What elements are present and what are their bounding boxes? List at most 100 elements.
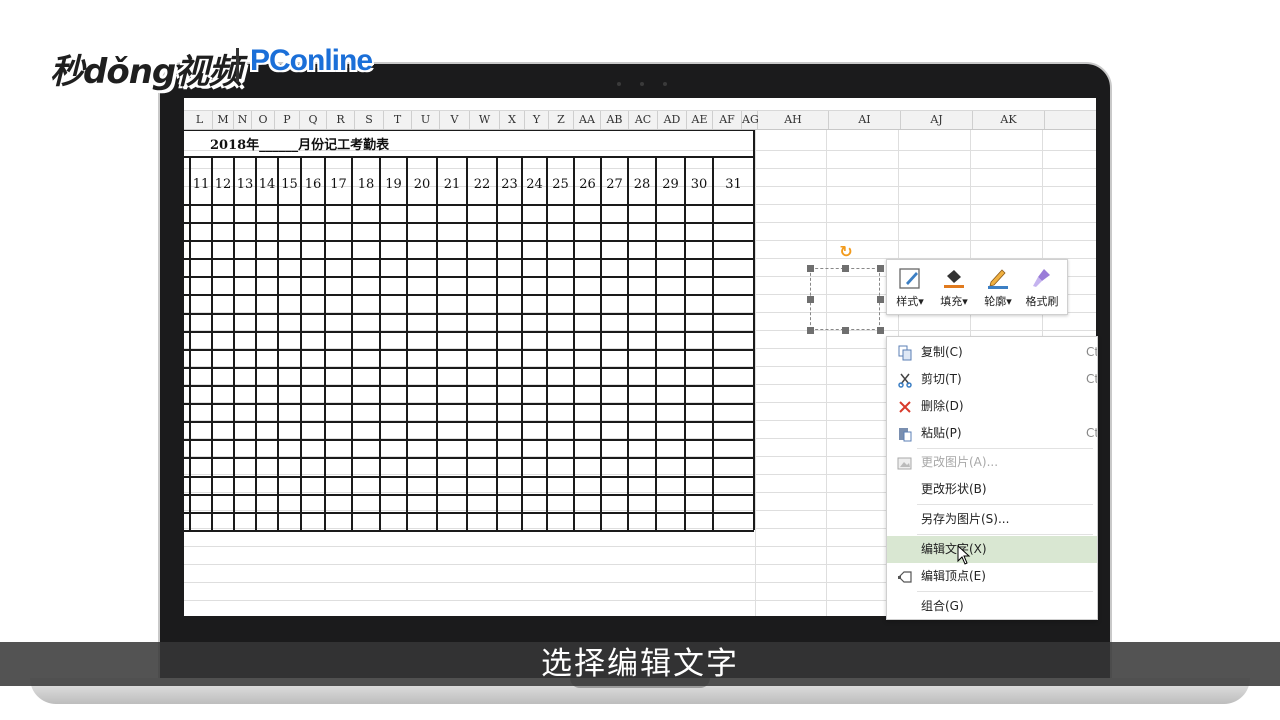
resize-handle[interactable] xyxy=(877,327,884,334)
menu-item-label: 删除(D) xyxy=(921,399,964,413)
style-button[interactable]: 样式▾ xyxy=(889,264,931,310)
camera-dot xyxy=(617,82,621,86)
table-border xyxy=(184,421,754,423)
table-border xyxy=(189,156,191,530)
menu-item-label: 更改形状(B) xyxy=(921,482,987,496)
table-border xyxy=(406,156,408,530)
column-header[interactable]: AH xyxy=(758,111,829,129)
menu-item-edit-text[interactable]: 编辑文字(X) xyxy=(887,536,1097,563)
column-header[interactable]: Z xyxy=(549,111,574,129)
menu-item-label: 编辑文字(X) xyxy=(921,542,987,556)
resize-handle[interactable] xyxy=(807,265,814,272)
paste-icon xyxy=(899,428,912,442)
menu-item-cut[interactable]: 剪切(T) Ct xyxy=(887,366,1097,393)
menu-item-label: 编辑顶点(E) xyxy=(921,569,986,583)
column-header[interactable]: T xyxy=(384,111,412,129)
day-number: 0 xyxy=(184,176,189,194)
table-border xyxy=(379,156,381,530)
table-border xyxy=(521,156,523,530)
column-header[interactable]: X xyxy=(500,111,525,129)
copy-icon xyxy=(898,345,912,361)
fill-button[interactable]: 填充▾ xyxy=(933,264,975,310)
table-border xyxy=(600,156,602,530)
menu-item-edit-points[interactable]: 编辑顶点(E) xyxy=(887,563,1097,590)
menu-item-copy[interactable]: 复制(C) Ct xyxy=(887,339,1097,366)
table-border xyxy=(466,156,468,530)
format-painter-icon xyxy=(1033,269,1050,287)
column-header[interactable]: AC xyxy=(629,111,658,129)
selected-shape[interactable] xyxy=(810,268,880,330)
paint-bucket-icon xyxy=(944,270,964,288)
column-header[interactable]: U xyxy=(412,111,440,129)
column-header[interactable]: L xyxy=(187,111,213,129)
column-header[interactable]: AG xyxy=(742,111,759,129)
resize-handle[interactable] xyxy=(842,265,849,272)
column-header[interactable]: S xyxy=(355,111,384,129)
table-border xyxy=(184,439,754,441)
menu-item-shortcut: Ct xyxy=(1086,426,1098,440)
column-header[interactable]: R xyxy=(327,111,355,129)
column-header[interactable]: Q xyxy=(300,111,327,129)
column-header[interactable]: AE xyxy=(687,111,713,129)
column-header[interactable]: M xyxy=(213,111,234,129)
table-border xyxy=(324,156,326,530)
column-header[interactable]: W xyxy=(470,111,500,129)
table-border xyxy=(184,457,754,459)
menu-item-label: 更改图片(A)... xyxy=(921,455,999,469)
column-header[interactable]: AA xyxy=(574,111,601,129)
menu-separator xyxy=(917,591,1093,592)
column-header[interactable]: AK xyxy=(973,111,1045,129)
menu-item-change-shape[interactable]: 更改形状(B) xyxy=(887,476,1097,503)
rotate-handle-icon[interactable]: ↻ xyxy=(838,244,854,260)
edit-points-icon xyxy=(898,571,912,583)
resize-handle[interactable] xyxy=(877,265,884,272)
outline-button[interactable]: 轮廓▾ xyxy=(977,264,1019,310)
menu-item-label: 复制(C) xyxy=(921,345,963,359)
day-number: 12 xyxy=(214,177,232,192)
table-border xyxy=(184,403,754,405)
table-border xyxy=(655,156,657,530)
table-border xyxy=(211,156,213,530)
column-header[interactable]: V xyxy=(440,111,470,129)
day-number: 14 xyxy=(258,177,276,192)
menu-item-delete[interactable]: 删除(D) xyxy=(887,393,1097,420)
column-header[interactable]: AB xyxy=(601,111,629,129)
menu-item-paste[interactable]: 粘贴(P) Ct xyxy=(887,420,1097,447)
column-header[interactable]: AI xyxy=(829,111,901,129)
menu-item-label: 粘贴(P) xyxy=(921,426,962,440)
day-number: 21 xyxy=(443,177,461,192)
column-header[interactable]: P xyxy=(275,111,300,129)
resize-handle[interactable] xyxy=(807,327,814,334)
table-border xyxy=(300,156,302,530)
column-header[interactable]: AF xyxy=(713,111,742,129)
table-border xyxy=(184,367,754,369)
table-border xyxy=(184,240,754,242)
table-border xyxy=(496,156,498,530)
menu-item-shortcut: Ct xyxy=(1086,345,1098,359)
table-border xyxy=(255,156,257,530)
column-header[interactable]: N xyxy=(234,111,252,129)
menu-item-group[interactable]: 组合(G) xyxy=(887,593,1097,619)
column-header[interactable]: AJ xyxy=(901,111,973,129)
day-number: 18 xyxy=(357,177,375,192)
column-header[interactable]: Y xyxy=(525,111,549,129)
format-painter-button[interactable]: 格式刷 xyxy=(1021,264,1063,310)
table-border xyxy=(753,156,755,530)
table-border xyxy=(233,156,235,530)
day-number: 28 xyxy=(633,177,651,192)
resize-handle[interactable] xyxy=(877,296,884,303)
resize-handle[interactable] xyxy=(807,296,814,303)
brand-divider xyxy=(236,48,239,82)
menu-item-save-as-picture[interactable]: 另存为图片(S)... xyxy=(887,506,1097,533)
outline-button-label: 轮廓▾ xyxy=(984,295,1012,308)
gridline xyxy=(184,168,1096,169)
resize-handle[interactable] xyxy=(842,327,849,334)
table-border xyxy=(184,530,754,532)
day-number: 16 xyxy=(304,177,322,192)
day-number: 15 xyxy=(281,177,298,192)
column-header-row: L M N O P Q R S T U V W X Y Z AA AB AC AD AE AF AG AH AI AJ AK xyxy=(184,110,1096,130)
column-header[interactable]: AD xyxy=(658,111,687,129)
column-header[interactable]: O xyxy=(252,111,275,129)
menu-separator xyxy=(917,534,1093,535)
gridline xyxy=(826,128,827,616)
